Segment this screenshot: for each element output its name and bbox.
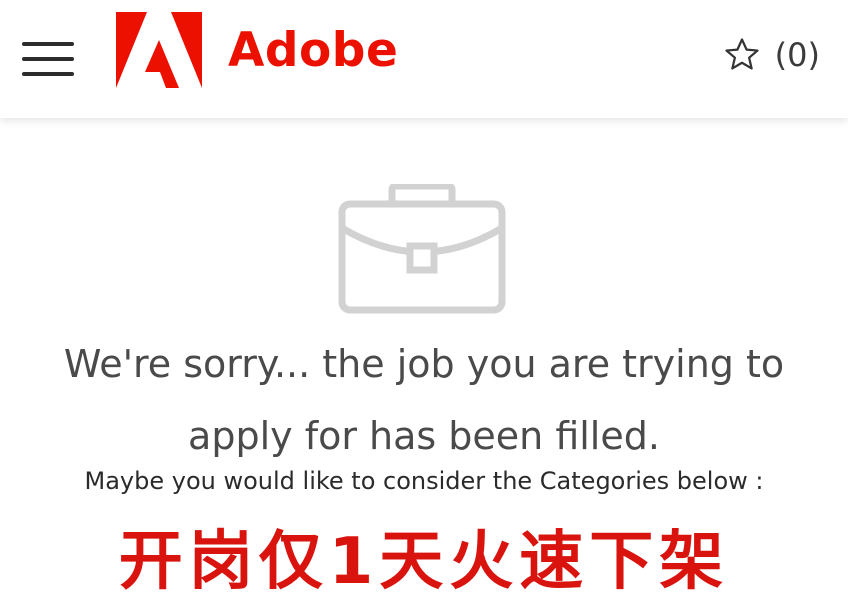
saved-jobs-button[interactable]: (0) [723,36,820,74]
star-outline-icon [725,38,759,70]
job-filled-content: We're sorry... the job you are trying to… [0,118,848,612]
consider-categories-text: Maybe you would like to consider the Cat… [84,467,764,495]
adobe-logo-text: Adobe [228,22,399,78]
saved-jobs-count: (0) [774,36,820,74]
adobe-logo[interactable]: Adobe [116,12,398,88]
overlay-caption: 开岗仅1天火速下架 [118,525,730,599]
briefcase-icon [338,184,506,314]
top-header: Adobe (0) [0,0,848,118]
job-filled-message: We're sorry... the job you are trying to… [63,342,785,458]
hamburger-menu-icon[interactable] [22,40,74,78]
adobe-logo-mark-icon [116,12,202,88]
